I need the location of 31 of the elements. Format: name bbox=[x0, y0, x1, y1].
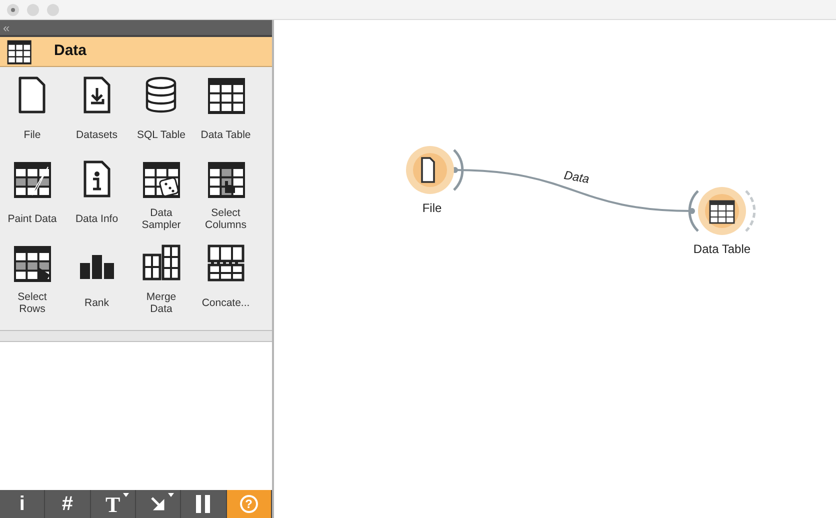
widget-tile[interactable]: Paint Data bbox=[0, 159, 64, 243]
widget-tile[interactable]: Data Table bbox=[194, 75, 258, 159]
concatenate-icon bbox=[206, 243, 246, 283]
dropdown-icon bbox=[168, 493, 174, 497]
sampler-icon bbox=[141, 159, 182, 199]
table-icon bbox=[206, 75, 246, 115]
splitter-handle[interactable] bbox=[0, 330, 272, 342]
table-icon bbox=[6, 38, 32, 64]
node-label: File bbox=[422, 200, 442, 217]
widget-tile[interactable]: Concate... bbox=[194, 243, 258, 327]
widget-tile[interactable]: Rank bbox=[64, 243, 129, 327]
arrow-icon bbox=[150, 496, 166, 512]
rows-icon bbox=[12, 243, 52, 283]
widget-tile[interactable]: Data Sampler bbox=[129, 159, 194, 243]
dropdown-icon bbox=[122, 493, 129, 497]
merge-icon bbox=[141, 243, 182, 283]
category-header[interactable]: Data bbox=[0, 37, 272, 67]
pause-icon bbox=[195, 495, 212, 513]
widget-tile[interactable]: Merge Data bbox=[129, 243, 194, 327]
link-label: Data bbox=[562, 166, 591, 188]
category-title: Data bbox=[54, 41, 87, 62]
node-label: Data Table bbox=[693, 241, 751, 258]
columns-icon bbox=[206, 159, 246, 199]
widget-tile[interactable]: SQL Table bbox=[129, 75, 194, 159]
close-icon[interactable] bbox=[7, 4, 19, 16]
widget-tile[interactable]: Select Rows bbox=[0, 243, 64, 327]
widget-tile[interactable]: Datasets bbox=[64, 75, 129, 159]
paint-icon bbox=[12, 159, 52, 199]
widget-tile[interactable]: File bbox=[0, 75, 64, 159]
widget-tile[interactable]: Data Info bbox=[64, 159, 129, 243]
widget-tile[interactable]: Select Columns bbox=[194, 159, 258, 243]
